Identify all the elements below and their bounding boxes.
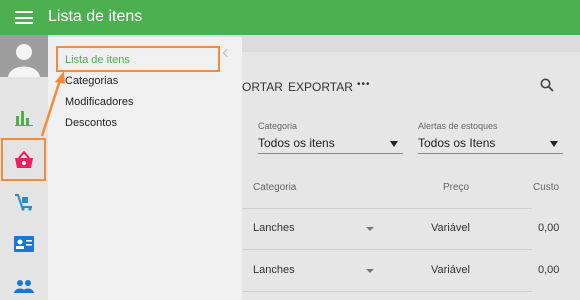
highlight-arrow bbox=[40, 71, 65, 137]
